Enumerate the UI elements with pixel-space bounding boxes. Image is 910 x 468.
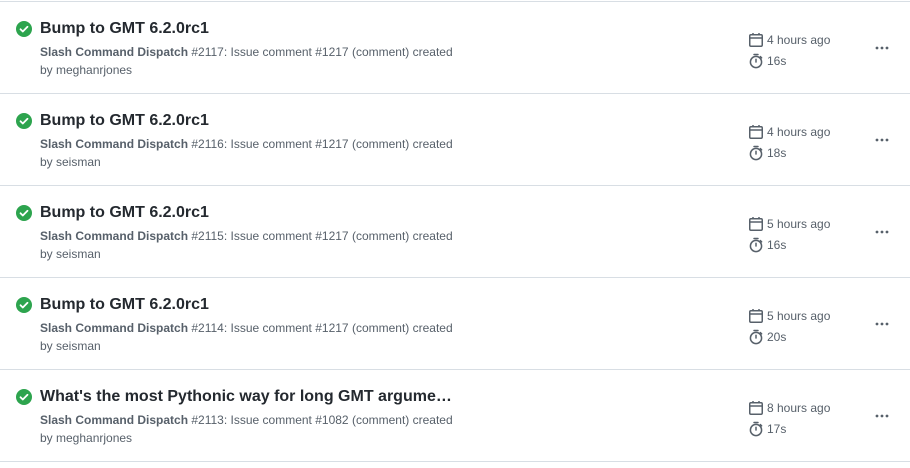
- stopwatch-icon: [749, 421, 763, 437]
- event-suffix: (comment) created: [348, 229, 453, 243]
- run-timing: 8 hours ago 17s: [748, 398, 830, 439]
- run-number: #2115: [191, 229, 224, 243]
- issue-number: #1217: [315, 45, 349, 59]
- check-circle-fill-icon: [16, 389, 32, 405]
- run-number: #2117: [191, 45, 224, 59]
- run-actor: by seisman: [40, 339, 101, 353]
- run-timing: 4 hours ago 18s: [748, 122, 830, 163]
- run-meta: Slash Command Dispatch #2113: Issue comm…: [40, 411, 453, 429]
- run-number: #2114: [191, 321, 224, 335]
- stopwatch-icon: [749, 237, 763, 253]
- workflow-name: Slash Command Dispatch: [40, 321, 189, 335]
- run-title-link[interactable]: Bump to GMT 6.2.0rc1: [40, 294, 209, 316]
- run-timing: 5 hours ago 16s: [748, 214, 830, 255]
- run-actor: by meghanrjones: [40, 431, 133, 445]
- run-duration: 20s: [767, 330, 787, 344]
- kebab-horizontal-icon[interactable]: [866, 130, 898, 150]
- run-date: 5 hours ago: [767, 309, 831, 323]
- issue-number: #1217: [315, 137, 349, 151]
- run-title-link[interactable]: What's the most Pythonic way for long GM…: [40, 386, 452, 408]
- calendar-icon: [749, 401, 763, 415]
- kebab-horizontal-icon[interactable]: [866, 222, 898, 242]
- stopwatch-icon: [749, 329, 763, 345]
- event-text: : Issue comment: [223, 45, 316, 59]
- run-actor: by seisman: [40, 247, 101, 261]
- workflow-run-row[interactable]: Bump to GMT 6.2.0rc1 Slash Command Dispa…: [0, 278, 910, 370]
- calendar-icon: [749, 33, 763, 47]
- calendar-icon: [749, 309, 763, 323]
- run-meta: Slash Command Dispatch #2115: Issue comm…: [40, 227, 453, 245]
- issue-number: #1217: [315, 229, 349, 243]
- run-actor: by seisman: [40, 155, 101, 169]
- run-number: #2113: [191, 413, 224, 427]
- run-duration: 16s: [767, 238, 787, 252]
- workflow-run-row[interactable]: What's the most Pythonic way for long GM…: [0, 370, 910, 462]
- check-circle-fill-icon: [16, 205, 32, 221]
- run-timing: 4 hours ago 16s: [748, 30, 830, 71]
- kebab-horizontal-icon[interactable]: [866, 38, 898, 58]
- run-title-link[interactable]: Bump to GMT 6.2.0rc1: [40, 18, 209, 40]
- check-circle-fill-icon: [16, 297, 32, 313]
- workflow-name: Slash Command Dispatch: [40, 413, 189, 427]
- workflow-run-row[interactable]: Bump to GMT 6.2.0rc1 Slash Command Dispa…: [0, 2, 910, 94]
- run-title-link[interactable]: Bump to GMT 6.2.0rc1: [40, 110, 209, 132]
- calendar-icon: [749, 125, 763, 139]
- event-text: : Issue comment: [223, 229, 316, 243]
- run-duration: 18s: [767, 146, 787, 160]
- calendar-icon: [749, 217, 763, 231]
- run-meta: Slash Command Dispatch #2117: Issue comm…: [40, 43, 453, 61]
- issue-number: #1082: [315, 413, 349, 427]
- event-text: : Issue comment: [223, 137, 316, 151]
- run-date: 4 hours ago: [767, 33, 831, 47]
- event-text: : Issue comment: [223, 321, 316, 335]
- workflow-run-row[interactable]: Bump to GMT 6.2.0rc1 Slash Command Dispa…: [0, 94, 910, 186]
- event-suffix: (comment) created: [348, 413, 453, 427]
- issue-number: #1217: [315, 321, 349, 335]
- run-meta: Slash Command Dispatch #2114: Issue comm…: [40, 319, 453, 337]
- workflow-run-row[interactable]: Bump to GMT 6.2.0rc1 Slash Command Dispa…: [0, 186, 910, 278]
- workflow-name: Slash Command Dispatch: [40, 229, 189, 243]
- event-suffix: (comment) created: [348, 321, 453, 335]
- run-duration: 17s: [767, 422, 787, 436]
- run-meta: Slash Command Dispatch #2116: Issue comm…: [40, 135, 453, 153]
- workflow-runs-list: Bump to GMT 6.2.0rc1 Slash Command Dispa…: [0, 0, 910, 468]
- stopwatch-icon: [749, 53, 763, 69]
- run-date: 4 hours ago: [767, 125, 831, 139]
- stopwatch-icon: [749, 145, 763, 161]
- run-number: #2116: [191, 137, 224, 151]
- run-timing: 5 hours ago 20s: [748, 306, 830, 347]
- run-duration: 16s: [767, 54, 787, 68]
- check-circle-fill-icon: [16, 21, 32, 37]
- event-suffix: (comment) created: [348, 137, 453, 151]
- event-text: : Issue comment: [223, 413, 316, 427]
- workflow-name: Slash Command Dispatch: [40, 137, 189, 151]
- run-date: 5 hours ago: [767, 217, 831, 231]
- run-date: 8 hours ago: [767, 401, 831, 415]
- event-suffix: (comment) created: [348, 45, 453, 59]
- kebab-horizontal-icon[interactable]: [866, 314, 898, 334]
- check-circle-fill-icon: [16, 113, 32, 129]
- run-actor: by meghanrjones: [40, 63, 133, 77]
- workflow-name: Slash Command Dispatch: [40, 45, 189, 59]
- kebab-horizontal-icon[interactable]: [866, 406, 898, 426]
- run-title-link[interactable]: Bump to GMT 6.2.0rc1: [40, 202, 209, 224]
